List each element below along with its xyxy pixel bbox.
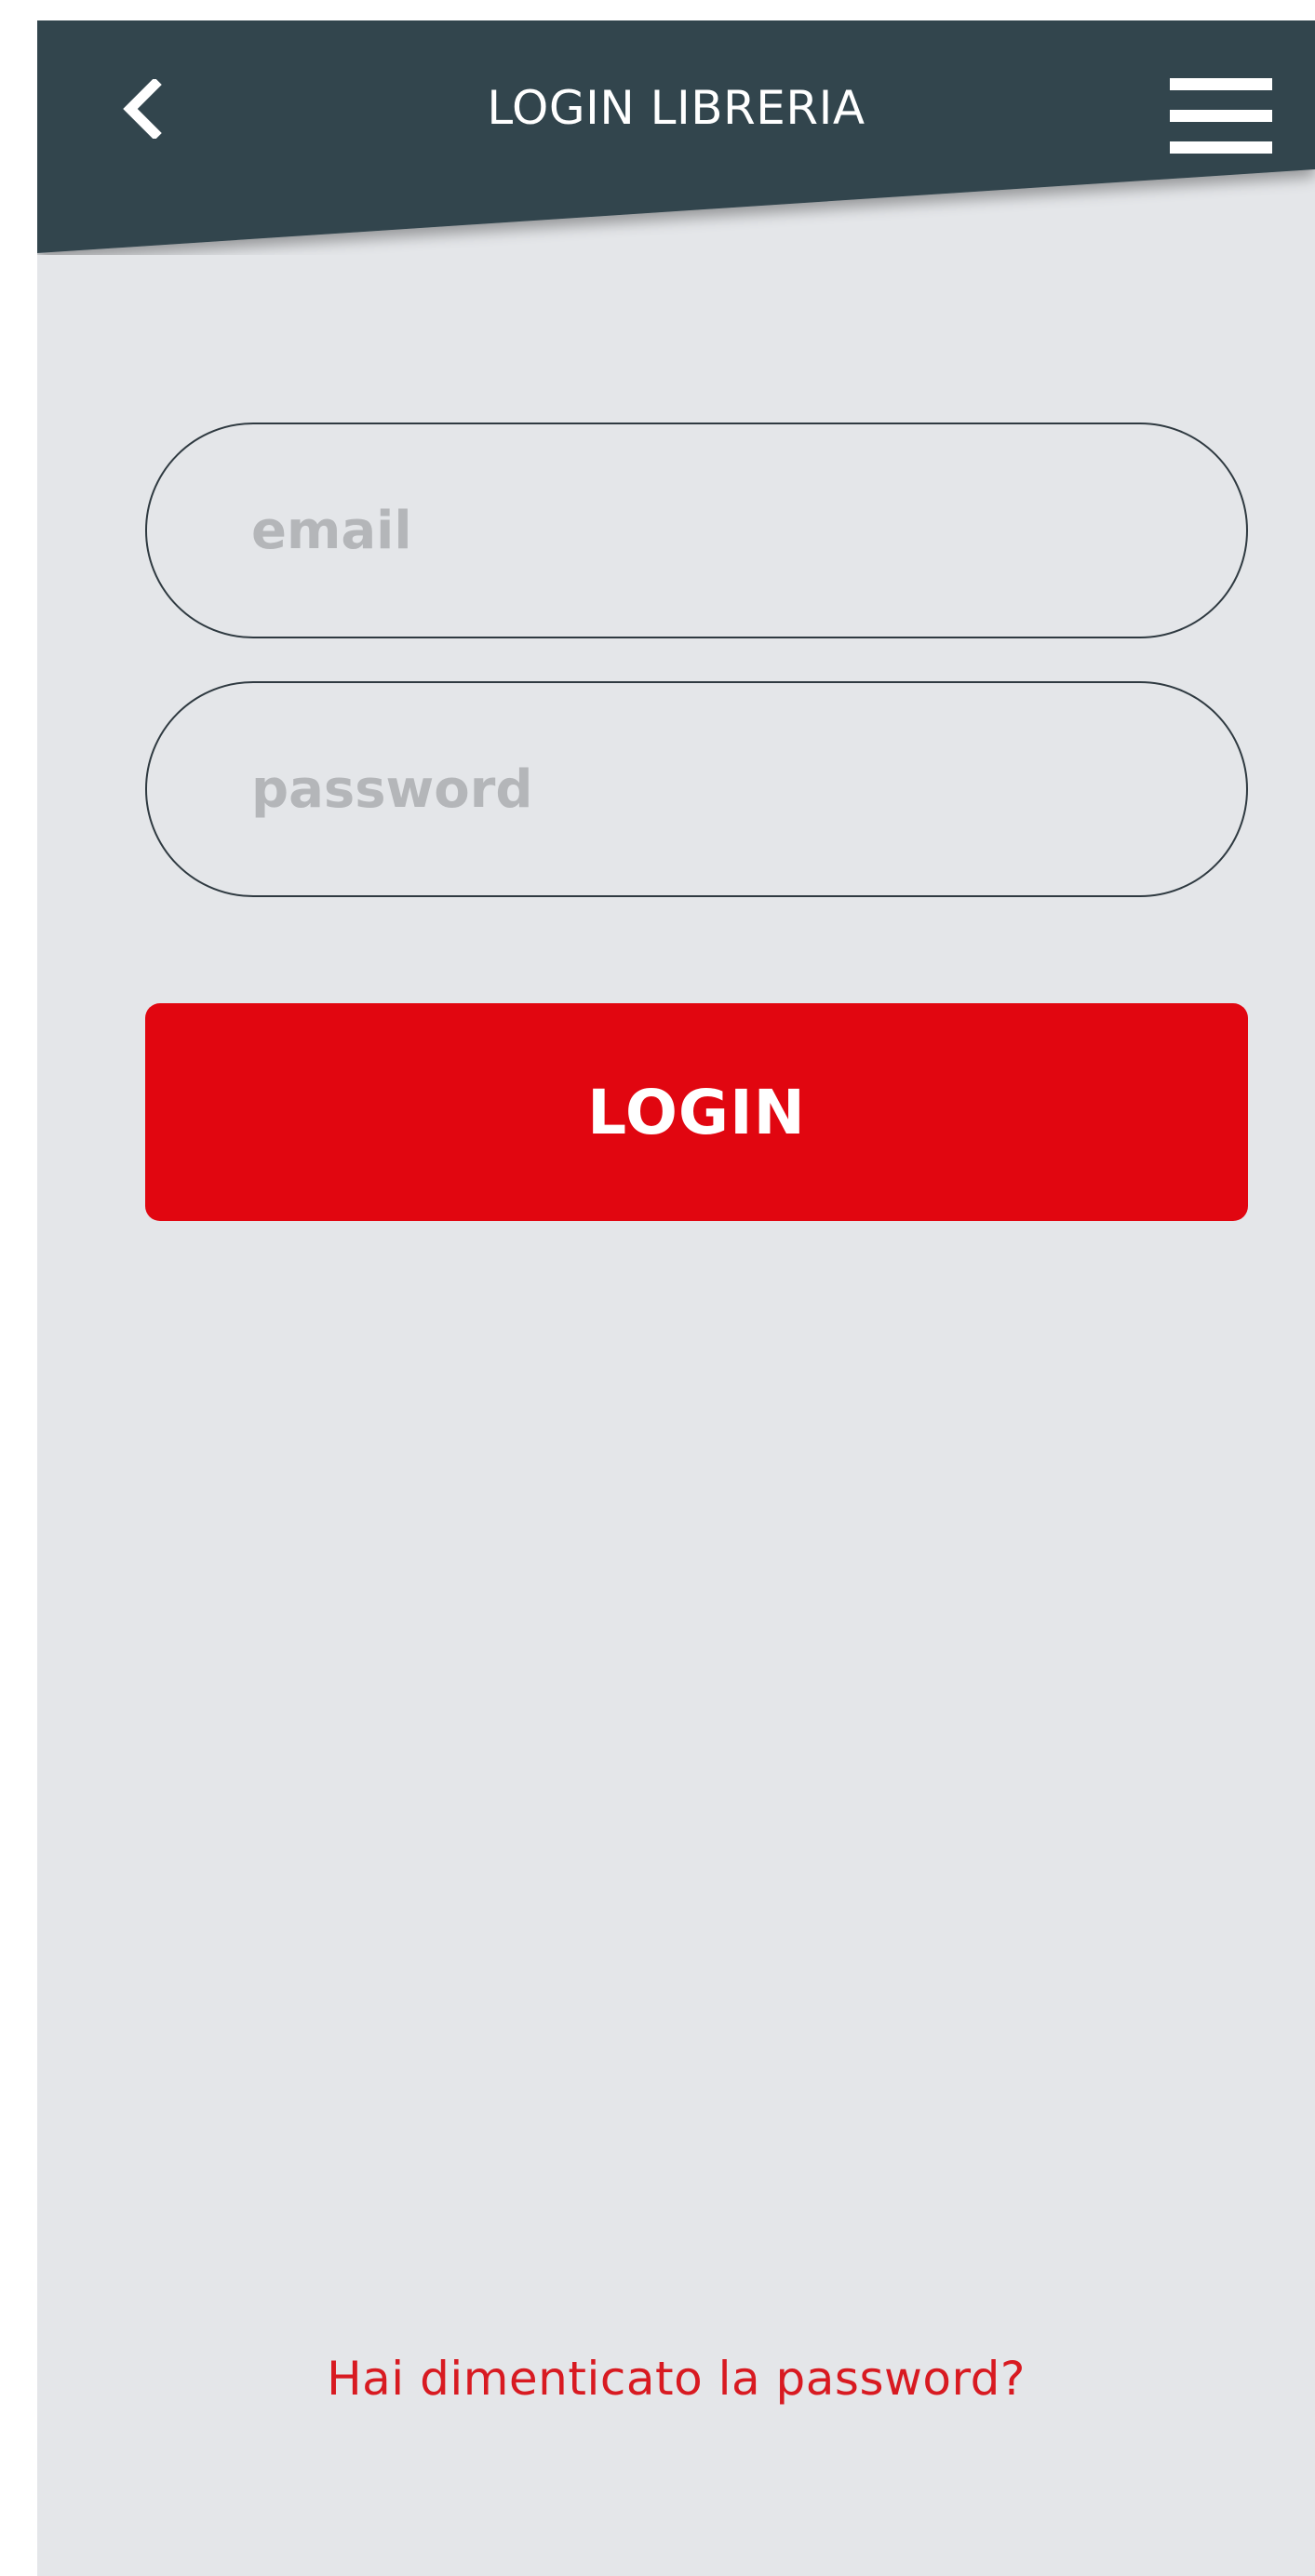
password-field-container: [145, 681, 1248, 897]
app-screen: LOGIN LIBRERIA LOGIN Hai dimenticato la …: [37, 20, 1315, 2576]
page-title: LOGIN LIBRERIA: [487, 81, 865, 135]
forgot-password-link[interactable]: Hai dimenticato la password?: [37, 2352, 1315, 2406]
menu-button[interactable]: [1165, 58, 1277, 165]
password-field[interactable]: [249, 758, 1184, 821]
email-field[interactable]: [249, 499, 1184, 562]
device-frame: LOGIN LIBRERIA LOGIN Hai dimenticato la …: [0, 0, 1315, 2576]
header-band: [37, 20, 1315, 253]
login-button[interactable]: LOGIN: [145, 1003, 1248, 1221]
app-header: LOGIN LIBRERIA: [37, 20, 1315, 255]
email-field-container: [145, 423, 1248, 638]
